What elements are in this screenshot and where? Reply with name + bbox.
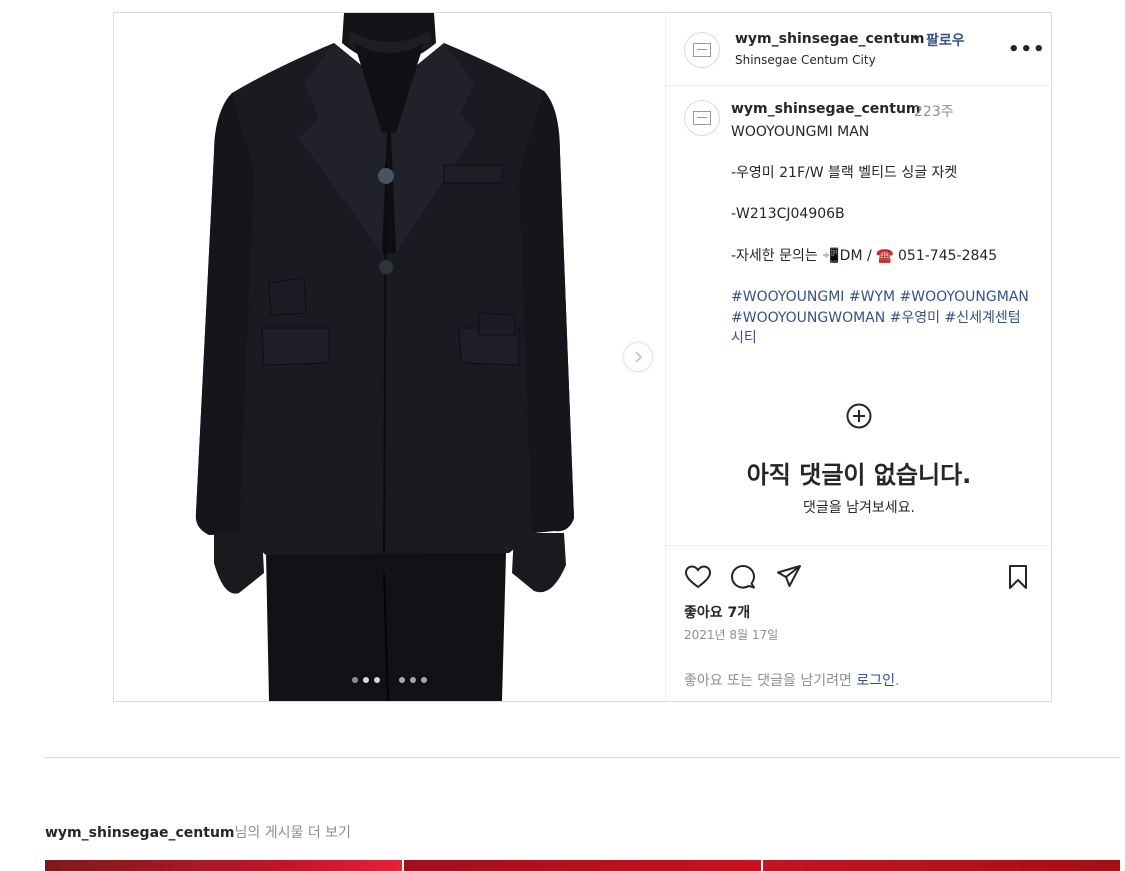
carousel-dot — [363, 677, 369, 683]
author-username[interactable]: wym_shinsegae_centum — [735, 31, 925, 47]
login-prompt-text: 좋아요 또는 댓글을 남기려면 — [684, 673, 857, 689]
carousel-indicators — [352, 677, 427, 683]
caption-hashtags[interactable]: #WOOYOUNGMI #WYM #WOOYOUNGMAN #WOOYOUNGW… — [731, 287, 1031, 349]
more-posts-grid — [45, 860, 1120, 871]
avatar[interactable] — [684, 100, 720, 136]
more-icon[interactable]: ••• — [1008, 39, 1046, 60]
carousel-dot — [352, 677, 358, 683]
chevron-right-icon — [635, 351, 643, 363]
login-prompt-suffix: . — [895, 673, 900, 689]
location-link[interactable]: Shinsegae Centum City — [735, 53, 876, 67]
post-card: wym_shinsegae_centum • 팔로우 Shinsegae Cen… — [113, 12, 1052, 702]
avatar[interactable] — [684, 32, 720, 68]
post-side-panel: wym_shinsegae_centum • 팔로우 Shinsegae Cen… — [665, 13, 1052, 701]
jacket-photo — [195, 13, 574, 701]
more-posts-suffix: 님의 게시물 더 보기 — [234, 825, 351, 841]
more-posts-username[interactable]: wym_shinsegae_centum — [45, 825, 235, 841]
post-date[interactable]: 2021년 8월 17일 — [684, 626, 778, 643]
next-image-button[interactable] — [623, 342, 653, 372]
carousel-dot — [399, 677, 405, 683]
section-divider — [45, 757, 1120, 758]
brand-logo-icon — [693, 111, 711, 125]
separator: • — [912, 31, 921, 47]
likes-count[interactable]: 좋아요 7개 — [684, 602, 750, 622]
post-thumbnail[interactable] — [45, 860, 402, 871]
caption-text: WOOYOUNGMI MAN -우영미 21F/W 블랙 벨티드 싱글 자켓 -… — [731, 124, 998, 264]
post-thumbnail[interactable] — [404, 860, 761, 871]
share-icon[interactable] — [775, 564, 803, 590]
caption-username[interactable]: wym_shinsegae_centum — [731, 101, 921, 117]
no-comments-subtitle: 댓글을 남겨보세요. — [803, 500, 915, 516]
bookmark-icon[interactable] — [1006, 564, 1030, 590]
caption-time[interactable]: 223주 — [914, 101, 954, 121]
post-header: wym_shinsegae_centum • 팔로우 Shinsegae Cen… — [666, 13, 1051, 86]
carousel-dot — [374, 677, 380, 683]
post-thumbnail[interactable] — [763, 860, 1120, 871]
carousel-dot — [410, 677, 416, 683]
login-link[interactable]: 로그인 — [856, 673, 895, 689]
heart-icon[interactable] — [684, 564, 712, 590]
no-comments-title: 아직 댓글이 없습니다. — [746, 461, 972, 489]
add-comment-icon[interactable] — [846, 403, 872, 429]
caption-area: wym_shinsegae_centum 223주 WOOYOUNGMI MAN… — [666, 87, 1052, 545]
post-actions: 좋아요 7개 2021년 8월 17일 좋아요 또는 댓글을 남기려면 로그인. — [666, 545, 1052, 701]
login-prompt: 좋아요 또는 댓글을 남기려면 로그인. — [684, 670, 899, 690]
more-posts-heading: wym_shinsegae_centum님의 게시물 더 보기 — [45, 822, 351, 842]
brand-logo-icon — [693, 43, 711, 57]
comment-icon[interactable] — [729, 564, 757, 590]
follow-button[interactable]: 팔로우 — [926, 30, 965, 50]
carousel-dot — [421, 677, 427, 683]
post-media[interactable] — [114, 13, 665, 701]
